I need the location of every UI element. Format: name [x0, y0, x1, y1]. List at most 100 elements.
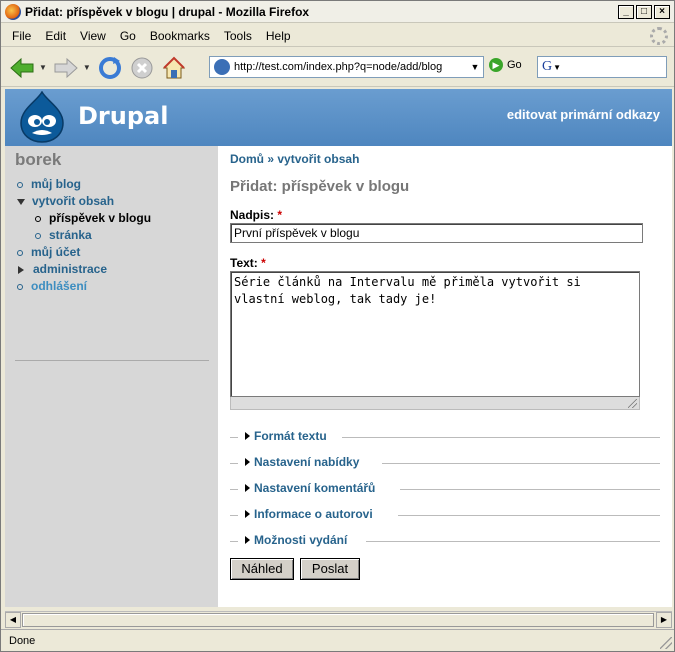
sidebar-item-create-content[interactable]: vytvořit obsah	[17, 193, 151, 210]
title-bar: Přidat: příspěvek v blogu | drupal - Moz…	[1, 1, 674, 23]
fieldset-line	[230, 515, 238, 516]
fieldset-legend[interactable]: Formát textu	[245, 429, 327, 443]
drupal-drop-logo-icon[interactable]	[17, 91, 67, 143]
fieldset-legend[interactable]: Nastavení nabídky	[245, 455, 359, 469]
bullet-icon	[17, 181, 23, 188]
breadcrumb-separator: »	[267, 152, 275, 166]
sidebar: borek můj blog vytvořit obsah příspěvek …	[5, 146, 218, 607]
title-label-text: Nadpis:	[230, 208, 275, 222]
go-button[interactable]: ▶ Go	[489, 58, 522, 72]
sidebar-item-my-blog[interactable]: můj blog	[17, 176, 151, 193]
submit-button[interactable]: Poslat	[300, 558, 360, 580]
collapsed-arrow-icon	[245, 484, 250, 492]
body-label: Text: *	[230, 256, 266, 270]
textarea-resize-handle[interactable]	[230, 397, 640, 410]
scroll-right-arrow-icon[interactable]: ▶	[656, 612, 672, 628]
sidebar-item-label[interactable]: stránka	[49, 227, 92, 244]
close-button[interactable]: ×	[654, 4, 670, 19]
sidebar-item-label[interactable]: administrace	[33, 261, 107, 278]
sidebar-item-blog-post[interactable]: příspěvek v blogu	[17, 210, 151, 227]
sidebar-item-my-account[interactable]: můj účet	[17, 244, 151, 261]
forward-history-dropdown-icon[interactable]: ▼	[83, 63, 91, 72]
fieldset-legend-label[interactable]: Nastavení nabídky	[254, 455, 359, 469]
fieldset-authoring-info[interactable]: Informace o autorovi	[230, 507, 660, 521]
menu-view[interactable]: View	[73, 29, 113, 43]
bullet-icon	[17, 283, 23, 290]
page-title: Přidat: příspěvek v blogu	[230, 178, 410, 195]
site-name[interactable]: Drupal	[78, 102, 168, 130]
fieldset-legend-label[interactable]: Informace o autorovi	[254, 507, 373, 521]
body-label-text: Text:	[230, 256, 258, 270]
sidebar-item-label[interactable]: vytvořit obsah	[32, 193, 114, 210]
collapsed-arrow-icon	[245, 458, 250, 466]
window-title: Přidat: příspěvek v blogu | drupal - Moz…	[25, 4, 310, 19]
fieldset-menu-settings[interactable]: Nastavení nabídky	[230, 455, 660, 469]
edit-primary-links[interactable]: editovat primární odkazy	[507, 107, 660, 122]
sidebar-item-label[interactable]: můj účet	[31, 244, 80, 261]
window-resize-grip-icon[interactable]	[660, 637, 672, 649]
stop-button[interactable]	[127, 53, 157, 83]
maximize-button[interactable]: □	[636, 4, 652, 19]
collapsed-arrow-icon	[245, 536, 250, 544]
sidebar-item-label[interactable]: můj blog	[31, 176, 81, 193]
sidebar-item-label[interactable]: odhlášení	[31, 278, 87, 295]
reload-button[interactable]	[95, 53, 125, 83]
sidebar-username: borek	[15, 150, 62, 169]
menu-go[interactable]: Go	[113, 29, 143, 43]
search-engine-dropdown-icon[interactable]: ▼	[553, 63, 561, 72]
menu-edit[interactable]: Edit	[38, 29, 73, 43]
breadcrumb-create-content-link[interactable]: vytvořit obsah	[277, 152, 359, 166]
preview-button[interactable]: Náhled	[230, 558, 294, 580]
google-search-engine-icon[interactable]: G	[542, 59, 552, 75]
title-input[interactable]: První příspěvek v blogu	[230, 223, 643, 243]
navigation-toolbar: ▼ ▼ http://test.com/index.php?q=node/add…	[1, 49, 674, 87]
firefox-icon	[5, 3, 21, 20]
collapsed-arrow-icon	[18, 265, 24, 274]
fieldset-line	[366, 541, 660, 542]
fieldset-line	[382, 463, 660, 464]
breadcrumb: Domů » vytvořit obsah	[230, 152, 359, 166]
fieldset-legend-label[interactable]: Nastavení komentářů	[254, 481, 375, 495]
minimize-button[interactable]: _	[618, 4, 634, 19]
fieldset-line	[342, 437, 660, 438]
site-header: Drupal editovat primární odkazy	[5, 89, 672, 146]
fieldset-legend-label[interactable]: Formát textu	[254, 429, 327, 443]
breadcrumb-home-link[interactable]: Domů	[230, 152, 264, 166]
body-textarea[interactable]: Série článků na Intervalu mě přiměla vyt…	[230, 271, 640, 397]
menu-help[interactable]: Help	[259, 29, 298, 43]
fieldset-comment-settings[interactable]: Nastavení komentářů	[230, 481, 660, 495]
browser-window: Přidat: příspěvek v blogu | drupal - Moz…	[0, 0, 675, 652]
url-bar[interactable]: http://test.com/index.php?q=node/add/blo…	[209, 56, 484, 78]
fieldset-line	[398, 515, 660, 516]
sidebar-item-page[interactable]: stránka	[17, 227, 151, 244]
sidebar-item-label[interactable]: příspěvek v blogu	[49, 210, 151, 227]
page-viewport: Drupal editovat primární odkazy borek mů…	[5, 89, 672, 607]
fieldset-legend[interactable]: Možnosti vydání	[245, 533, 347, 547]
menu-tools[interactable]: Tools	[217, 29, 259, 43]
drupal-favicon-icon	[214, 59, 230, 75]
navigation-menu: můj blog vytvořit obsah příspěvek v blog…	[17, 176, 151, 295]
fieldset-line	[230, 463, 238, 464]
menu-file[interactable]: File	[5, 29, 38, 43]
back-arrow-icon	[10, 57, 34, 78]
search-bar[interactable]: G ▼	[537, 56, 667, 78]
fieldset-legend-label[interactable]: Možnosti vydání	[254, 533, 347, 547]
fieldset-input-format[interactable]: Formát textu	[230, 429, 660, 443]
forward-button[interactable]	[51, 53, 81, 83]
fieldset-legend[interactable]: Informace o autorovi	[245, 507, 373, 521]
scrollbar-thumb[interactable]	[22, 613, 654, 627]
back-history-dropdown-icon[interactable]: ▼	[39, 63, 47, 72]
fieldset-line	[230, 541, 238, 542]
fieldset-legend[interactable]: Nastavení komentářů	[245, 481, 375, 495]
fieldset-publishing-options[interactable]: Možnosti vydání	[230, 533, 660, 547]
home-button[interactable]	[159, 53, 189, 83]
horizontal-scrollbar[interactable]: ◀ ▶	[5, 611, 672, 628]
back-button[interactable]	[7, 53, 37, 83]
url-text[interactable]: http://test.com/index.php?q=node/add/blo…	[234, 61, 467, 73]
sidebar-item-logout[interactable]: odhlášení	[17, 278, 151, 295]
sidebar-item-administration[interactable]: administrace	[17, 261, 151, 278]
url-history-dropdown-icon[interactable]: ▼	[467, 62, 483, 72]
required-marker: *	[277, 208, 283, 222]
scroll-left-arrow-icon[interactable]: ◀	[5, 612, 21, 628]
menu-bookmarks[interactable]: Bookmarks	[143, 29, 217, 43]
